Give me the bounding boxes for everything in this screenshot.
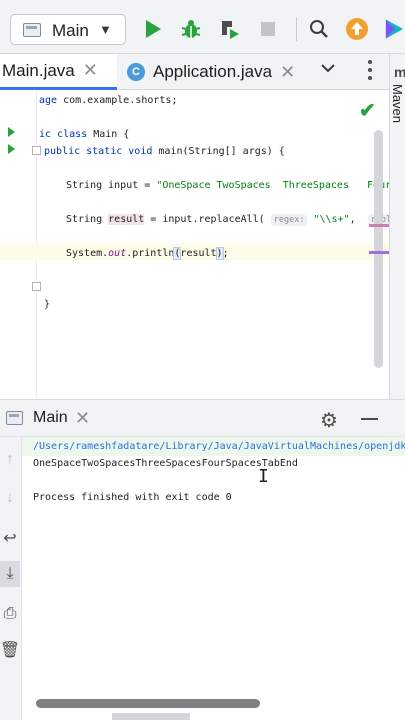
code-line-close-brace: }	[44, 299, 51, 310]
run-tool-window-header: Main ✕ ⚙	[0, 399, 405, 437]
run-tab-title[interactable]: Main	[33, 409, 68, 427]
code-line-package: age com.example.shorts;	[39, 95, 178, 106]
console-exit-message: Process finished with exit code 0	[33, 492, 232, 503]
coverage-icon	[222, 21, 239, 39]
console-horizontal-scrollbar[interactable]	[36, 699, 260, 708]
close-icon[interactable]: ✕	[75, 408, 90, 429]
fold-marker-icon[interactable]	[32, 146, 41, 155]
main-toolbar: Main ▼	[0, 0, 405, 54]
code-with-me-button[interactable]	[384, 14, 405, 44]
close-icon[interactable]: ✕	[83, 60, 98, 81]
error-stripe-marker[interactable]	[369, 224, 389, 227]
search-icon	[310, 20, 328, 38]
console-command-line: /Users/rameshfadatare/Library/Java/JavaV…	[33, 441, 405, 452]
run-class-gutter-icon[interactable]	[8, 127, 15, 137]
console-output[interactable]: /Users/rameshfadatare/Library/Java/JavaV…	[22, 437, 405, 700]
code-content: age com.example.shorts; ic class Main { …	[0, 90, 389, 310]
no-problems-check-icon[interactable]: ✔	[359, 98, 376, 123]
debug-icon	[181, 20, 201, 38]
print-icon[interactable]: ⎙	[0, 601, 20, 627]
tab-main-java[interactable]: Main.java ✕	[0, 54, 117, 90]
run-button[interactable]	[138, 14, 168, 44]
fold-marker-icon[interactable]	[32, 282, 41, 291]
code-line-println: System.out.println(result);	[66, 247, 229, 260]
codewithme-icon	[385, 19, 404, 39]
bottom-resize-handle[interactable]	[112, 713, 190, 720]
application-icon	[6, 411, 23, 425]
close-icon[interactable]: ✕	[280, 62, 295, 83]
minimize-icon[interactable]	[361, 418, 378, 420]
more-options-icon[interactable]	[364, 58, 376, 82]
toolbar-separator	[296, 17, 297, 41]
application-icon	[23, 23, 41, 37]
chevron-down-icon: ▼	[99, 22, 112, 37]
scroll-to-end-icon[interactable]: ⤓	[0, 561, 20, 587]
code-line-input: String input = "OneSpace TwoSpaces Three…	[66, 180, 389, 191]
run-configuration-label: Main	[52, 21, 89, 40]
console-toolbar: ↑ ↓ ↩ ⤓ ⎙ 🗑	[0, 437, 22, 720]
parameter-hint-regex: regex:	[270, 214, 308, 226]
text-cursor-icon: I	[258, 466, 269, 487]
tab-label: Main.java	[2, 60, 75, 80]
stop-button[interactable]	[253, 14, 283, 44]
tab-label: Application.java	[153, 62, 273, 81]
run-main-gutter-icon[interactable]	[8, 144, 15, 154]
error-stripe-marker[interactable]	[369, 251, 389, 254]
tab-list-chevron-icon[interactable]	[320, 60, 336, 81]
code-line-main: public static void main(String[] args) {	[44, 146, 285, 157]
run-configuration-selector[interactable]: Main ▼	[10, 14, 126, 45]
maven-icon[interactable]: m	[394, 64, 405, 80]
update-icon	[346, 18, 368, 40]
soft-wrap-icon[interactable]: ↩	[0, 525, 20, 551]
code-line-class: ic class Main {	[39, 129, 130, 140]
scroll-up-icon[interactable]: ↑	[0, 447, 20, 473]
scroll-down-icon[interactable]: ↓	[0, 485, 20, 511]
code-editor[interactable]: age com.example.shorts; ic class Main { …	[0, 90, 389, 398]
run-icon	[146, 20, 161, 38]
stop-icon	[261, 22, 275, 36]
run-with-coverage-button[interactable]	[215, 14, 245, 44]
trash-icon[interactable]: 🗑	[0, 637, 20, 663]
java-class-icon: C	[127, 63, 145, 81]
debug-button[interactable]	[176, 14, 206, 44]
ide-update-button[interactable]	[342, 14, 372, 44]
code-line-result: String result = input.replaceAll( regex:…	[66, 211, 389, 228]
maven-tool-window-label[interactable]: Maven	[390, 84, 405, 123]
tab-application-java[interactable]: C Application.java ✕	[127, 54, 307, 90]
editor-vertical-scrollbar[interactable]	[374, 130, 383, 368]
gear-icon[interactable]: ⚙	[320, 408, 338, 433]
search-everywhere-button[interactable]	[304, 14, 334, 44]
